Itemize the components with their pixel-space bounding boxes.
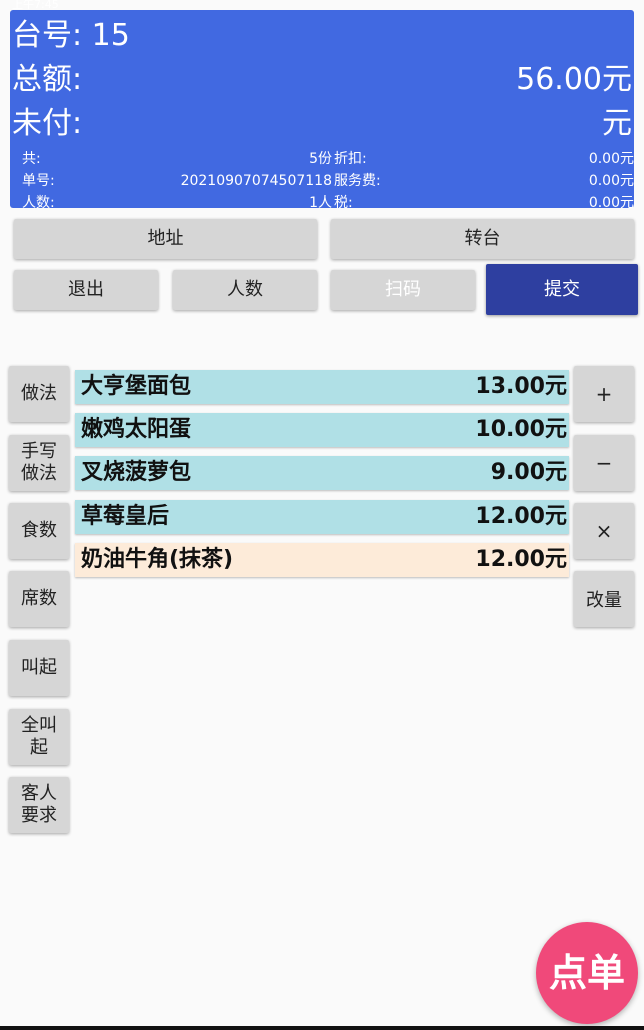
method-button[interactable]: 做法 bbox=[9, 366, 69, 422]
order-item-name: 叉烧菠萝包 bbox=[81, 460, 192, 485]
count-label: 共: bbox=[22, 151, 41, 167]
minus-icon: − bbox=[595, 451, 613, 475]
transfer-table-button[interactable]: 转台 bbox=[331, 219, 634, 259]
call-button[interactable]: 叫起 bbox=[9, 640, 69, 696]
unpaid-value: 元 bbox=[602, 106, 632, 141]
order-item-price: 12.00元 bbox=[475, 504, 567, 529]
customer-request-button[interactable]: 客人 要求 bbox=[9, 777, 69, 833]
delete-item-button[interactable]: × bbox=[574, 503, 634, 559]
food-count-button[interactable]: 食数 bbox=[9, 503, 69, 559]
status-bar-time: 上午7:45 bbox=[12, 0, 59, 11]
count-value: 5份 bbox=[309, 151, 332, 167]
service-fee-value: 0.00元 bbox=[588, 173, 634, 189]
total-label: 总额: bbox=[12, 62, 83, 97]
tax-value: 0.00元 bbox=[588, 195, 634, 211]
order-no-value: 20210907074507118 bbox=[180, 173, 332, 189]
unpaid-label: 未付: bbox=[12, 106, 83, 141]
guests-label: 人数: bbox=[22, 195, 55, 211]
order-item-name: 嫩鸡太阳蛋 bbox=[81, 417, 192, 442]
order-item-price: 9.00元 bbox=[490, 460, 567, 485]
order-item[interactable]: 叉烧菠萝包 9.00元 bbox=[75, 456, 569, 490]
order-item-name: 草莓皇后 bbox=[81, 504, 170, 529]
seat-count-button[interactable]: 席数 bbox=[9, 571, 69, 627]
handwrite-method-button[interactable]: 手写 做法 bbox=[9, 435, 69, 491]
close-icon: × bbox=[595, 519, 613, 543]
discount-value: 0.00元 bbox=[588, 151, 634, 167]
order-item-price: 13.00元 bbox=[475, 374, 567, 399]
guests-button[interactable]: 人数 bbox=[173, 270, 317, 310]
order-item[interactable]: 大亨堡面包 13.00元 bbox=[75, 370, 569, 404]
order-item-selected[interactable]: 奶油牛角(抹茶) 12.00元 bbox=[75, 543, 569, 577]
order-item[interactable]: 嫩鸡太阳蛋 10.00元 bbox=[75, 413, 569, 447]
discount-label: 折扣: bbox=[334, 151, 367, 167]
order-item[interactable]: 草莓皇后 12.00元 bbox=[75, 500, 569, 534]
order-item-price: 12.00元 bbox=[475, 547, 567, 572]
place-order-fab[interactable]: 点单 bbox=[536, 922, 638, 1024]
order-item-name: 奶油牛角(抹茶) bbox=[81, 547, 234, 572]
order-item-price: 10.00元 bbox=[475, 417, 567, 442]
order-summary-panel: 台号: 15 总额: 56.00元 未付: 元 共: 5份 折扣: 0.00元 … bbox=[10, 10, 634, 211]
submit-button[interactable]: 提交 bbox=[486, 264, 638, 315]
address-button[interactable]: 地址 bbox=[14, 219, 317, 259]
total-value: 56.00元 bbox=[516, 62, 632, 97]
scan-button[interactable]: 扫码 bbox=[331, 270, 475, 310]
summary-details: 共: 5份 折扣: 0.00元 单号: 20210907074507118 服务… bbox=[22, 148, 634, 214]
guests-value: 1人 bbox=[309, 195, 332, 211]
table-number: 台号: 15 bbox=[12, 18, 130, 53]
decrease-quantity-button[interactable]: − bbox=[574, 435, 634, 491]
exit-button[interactable]: 退出 bbox=[14, 270, 158, 310]
bottom-divider bbox=[0, 1026, 644, 1030]
order-no-label: 单号: bbox=[22, 173, 55, 189]
increase-quantity-button[interactable]: + bbox=[574, 366, 634, 422]
call-all-button[interactable]: 全叫 起 bbox=[9, 709, 69, 765]
service-fee-label: 服务费: bbox=[334, 173, 381, 189]
change-quantity-button[interactable]: 改量 bbox=[574, 571, 634, 627]
order-item-name: 大亨堡面包 bbox=[81, 374, 192, 399]
tax-label: 税: bbox=[334, 195, 353, 211]
plus-icon: + bbox=[595, 382, 613, 406]
